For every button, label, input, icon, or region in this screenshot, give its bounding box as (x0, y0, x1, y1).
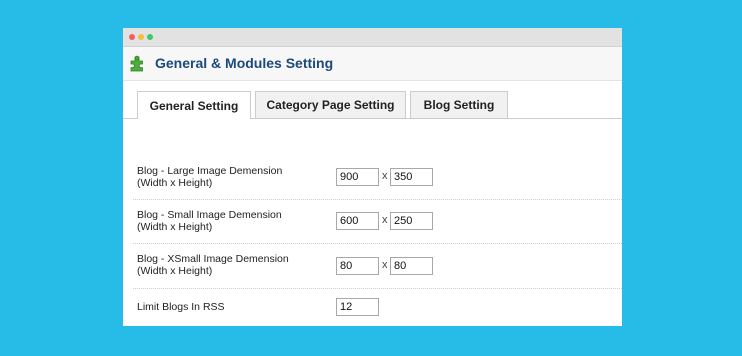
dimension-separator: x (382, 170, 388, 182)
tab-general-setting[interactable]: General Setting (137, 91, 251, 119)
limit-rss-input[interactable] (336, 298, 379, 316)
setting-row-xsmall-image: Blog - XSmall Image Demension (Width x H… (133, 243, 622, 289)
setting-row-large-image: Blog - Large Image Demension (Width x He… (133, 155, 622, 200)
close-window-button[interactable] (129, 34, 135, 40)
small-image-sublabel: (Width x Height) (137, 221, 213, 233)
small-image-width-input[interactable] (336, 212, 379, 230)
minimize-window-button[interactable] (138, 34, 144, 40)
xsmall-image-width-input[interactable] (336, 257, 379, 275)
large-image-width-input[interactable] (336, 168, 379, 186)
window-titlebar (123, 28, 622, 47)
row-label: Limit Blogs In RSS (137, 301, 225, 313)
setting-row-limit-rss: Limit Blogs In RSS (133, 288, 622, 326)
tab-category-page-setting[interactable]: Category Page Setting (255, 91, 406, 118)
dimension-separator: x (382, 214, 388, 226)
row-label: Blog - XSmall Image Demension (Width x H… (137, 253, 289, 277)
xsmall-image-sublabel: (Width x Height) (137, 265, 213, 277)
limit-rss-label: Limit Blogs In RSS (137, 301, 225, 313)
large-image-sublabel: (Width x Height) (137, 177, 213, 189)
small-image-label: Blog - Small Image Demension (137, 209, 282, 221)
page-title: General & Modules Setting (155, 55, 334, 71)
puzzle-piece-icon (130, 55, 143, 72)
xsmall-image-height-input[interactable] (390, 257, 433, 275)
setting-row-small-image: Blog - Small Image Demension (Width x He… (133, 199, 622, 244)
xsmall-image-label: Blog - XSmall Image Demension (137, 253, 289, 265)
dimension-separator: x (382, 259, 388, 271)
row-label: Blog - Large Image Demension (Width x He… (137, 165, 282, 189)
large-image-height-input[interactable] (390, 168, 433, 186)
page-header: General & Modules Setting (123, 47, 622, 81)
small-image-height-input[interactable] (390, 212, 433, 230)
row-label: Blog - Small Image Demension (Width x He… (137, 209, 282, 233)
tab-blog-setting[interactable]: Blog Setting (410, 91, 508, 118)
tab-bar: General Setting Category Page Setting Bl… (123, 81, 622, 119)
settings-window: General & Modules Setting General Settin… (123, 28, 622, 326)
maximize-window-button[interactable] (147, 34, 153, 40)
large-image-label: Blog - Large Image Demension (137, 165, 283, 177)
